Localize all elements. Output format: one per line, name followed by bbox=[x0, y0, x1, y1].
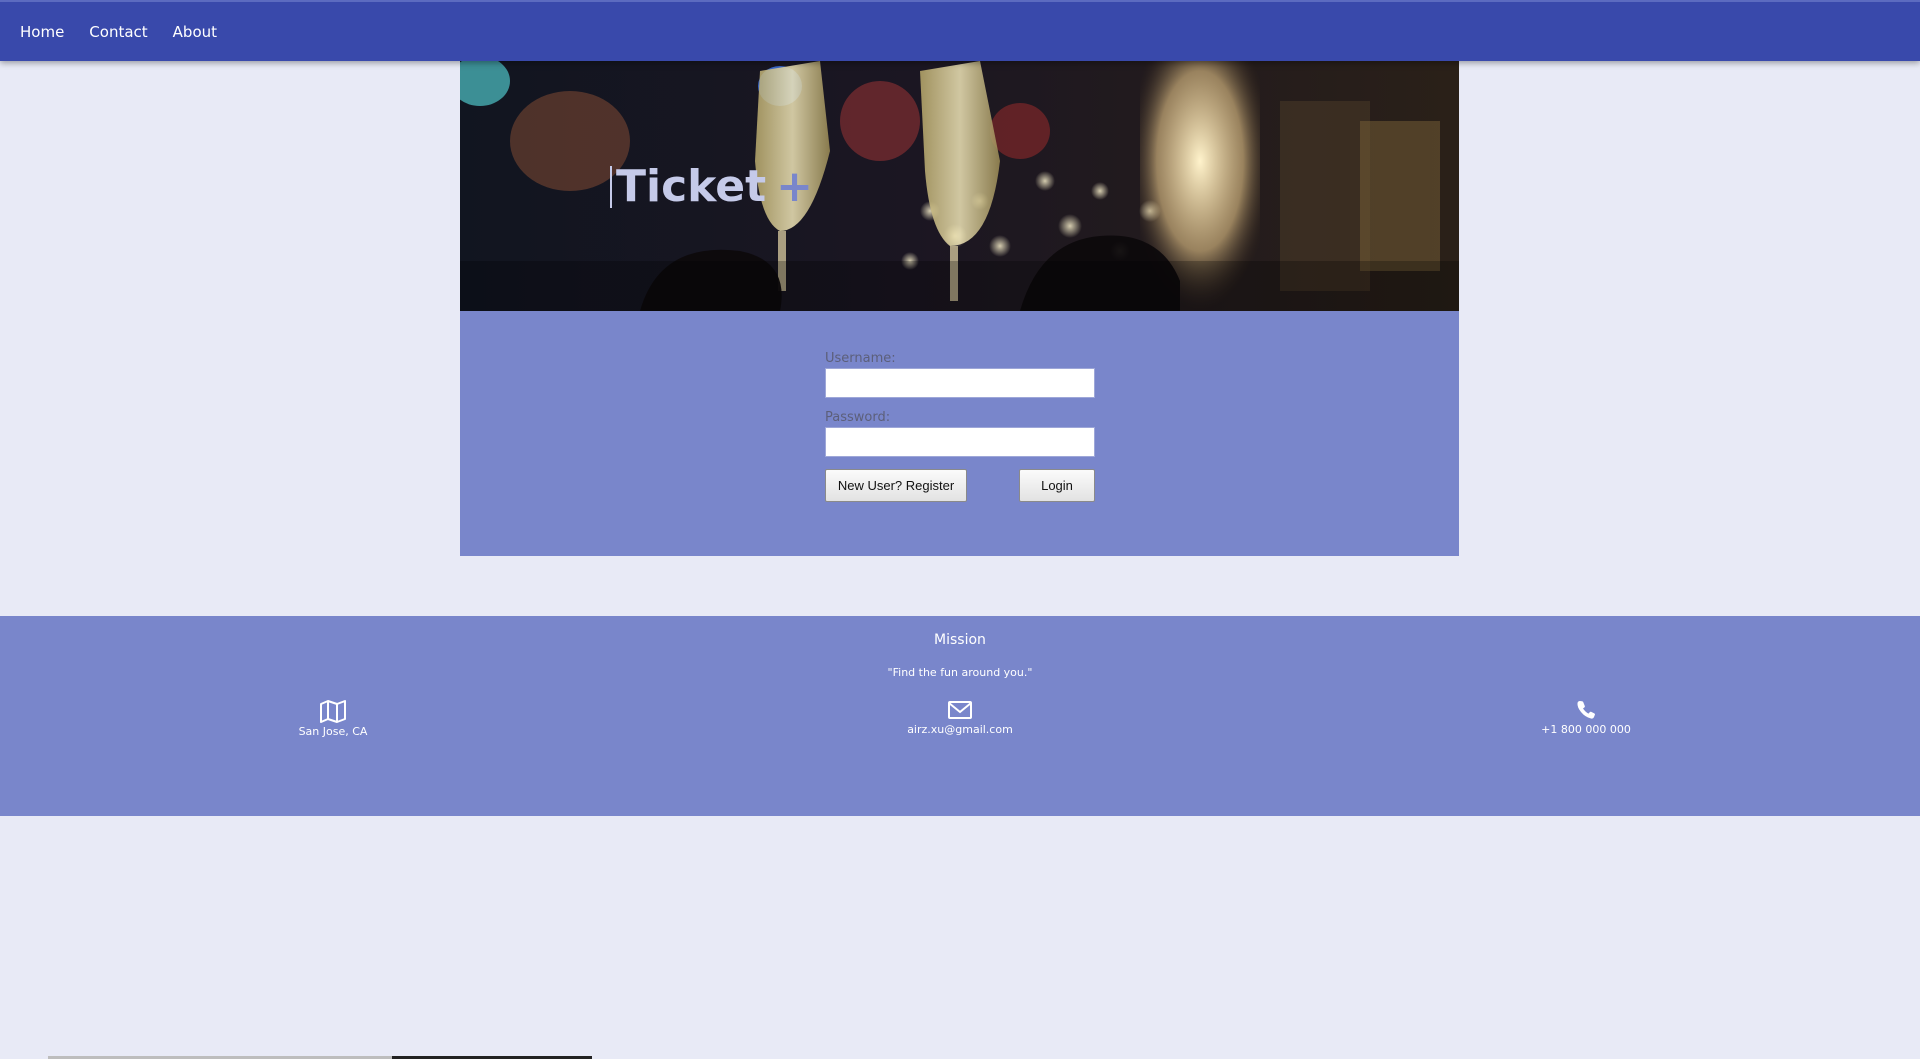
email-text: airz.xu@gmail.com bbox=[907, 723, 1013, 736]
hero-banner: Ticket + bbox=[460, 61, 1459, 311]
phone-icon bbox=[1577, 701, 1595, 719]
hero-title: Ticket + bbox=[610, 161, 813, 212]
password-label: Password: bbox=[825, 410, 891, 425]
footer: Mission "Find the fun around you." San J… bbox=[0, 616, 1920, 816]
location-contact: San Jose, CA bbox=[233, 699, 433, 738]
phone-text: +1 800 000 000 bbox=[1541, 723, 1631, 736]
username-label: Username: bbox=[825, 351, 896, 366]
nav-home-link[interactable]: Home bbox=[20, 23, 64, 41]
hero-title-plus: + bbox=[776, 161, 814, 212]
hero-title-text: Ticket bbox=[616, 161, 767, 212]
top-navbar: Home Contact About bbox=[0, 0, 1920, 61]
login-form: Username: Password: New User? Register L… bbox=[825, 351, 1095, 502]
nav-contact-link[interactable]: Contact bbox=[89, 23, 147, 41]
password-input[interactable] bbox=[825, 427, 1095, 457]
mission-title: Mission bbox=[934, 632, 986, 648]
text-cursor bbox=[610, 165, 612, 208]
username-input[interactable] bbox=[825, 368, 1095, 398]
mission-quote: "Find the fun around you." bbox=[887, 666, 1033, 679]
button-row: New User? Register Login bbox=[825, 469, 1095, 502]
location-text: San Jose, CA bbox=[298, 725, 368, 738]
email-contact: airz.xu@gmail.com bbox=[860, 699, 1060, 736]
phone-contact: +1 800 000 000 bbox=[1486, 699, 1686, 736]
login-panel: Username: Password: New User? Register L… bbox=[460, 311, 1459, 556]
login-button[interactable]: Login bbox=[1019, 469, 1095, 502]
map-icon bbox=[320, 700, 346, 723]
nav-about-link[interactable]: About bbox=[173, 23, 217, 41]
register-button[interactable]: New User? Register bbox=[825, 469, 967, 502]
envelope-icon bbox=[948, 701, 972, 719]
